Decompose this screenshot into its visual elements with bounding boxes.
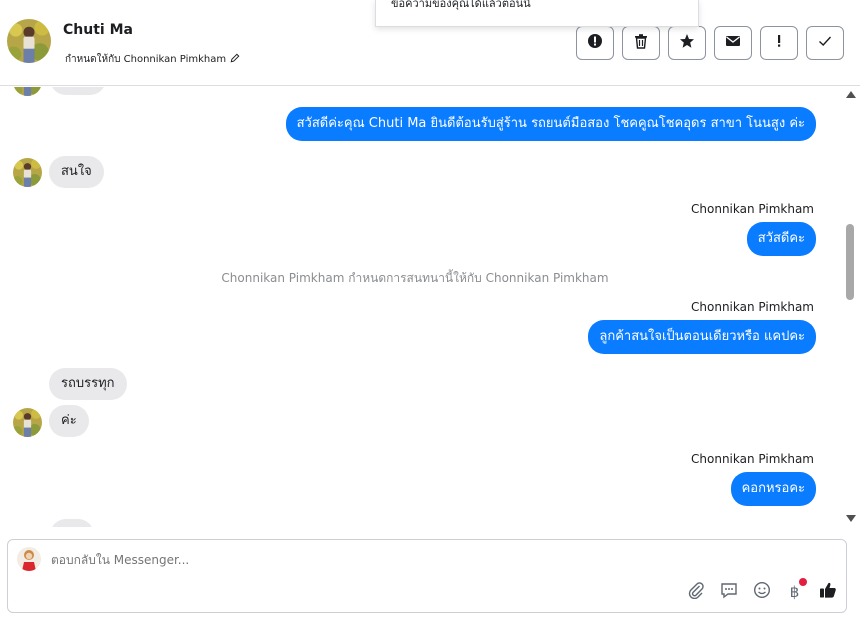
payment-button[interactable]: ฿ xyxy=(785,578,807,601)
paperclip-icon xyxy=(687,581,705,603)
message-bubble-incoming xyxy=(50,519,94,527)
like-button[interactable] xyxy=(818,582,837,601)
system-message: Chonnikan Pimkham กำหนดการสนทนานี้ให้กับ… xyxy=(221,271,609,285)
message-bubble-incoming xyxy=(50,87,106,95)
delete-button[interactable] xyxy=(622,26,660,60)
thumbs-up-icon xyxy=(819,581,837,603)
contact-avatar-small xyxy=(13,408,42,437)
contact-avatar-small xyxy=(13,158,42,187)
star-button[interactable] xyxy=(668,26,706,60)
thread-scrollbar[interactable] xyxy=(843,87,858,527)
message-thread[interactable]: สวัสดีค่ะคุณ Chuti Ma ยินดีต้อนรับสู่ร้า… xyxy=(0,87,843,527)
contact-avatar-small xyxy=(13,87,42,96)
assigned-to-label: กำหนดให้กับ Chonnikan Pimkham xyxy=(65,54,227,65)
notification-toast: ข้อความของคุณได้แล้วตอนนี้ xyxy=(375,0,699,27)
scroll-up-arrow-icon[interactable] xyxy=(846,91,856,98)
message-bubble-outgoing: สวัสดีคะ xyxy=(746,222,816,256)
conversation-actions xyxy=(576,26,844,60)
chat-bubble-icon xyxy=(720,581,738,603)
mark-done-button[interactable] xyxy=(806,26,844,60)
envelope-icon xyxy=(725,33,741,53)
pencil-icon[interactable] xyxy=(230,53,240,66)
page-avatar xyxy=(17,547,41,571)
sender-name: Chonnikan Pimkham xyxy=(691,452,814,466)
smiley-icon xyxy=(753,581,771,603)
baht-icon: ฿ xyxy=(789,582,800,601)
sender-name: Chonnikan Pimkham xyxy=(691,300,814,314)
mark-unread-button[interactable] xyxy=(714,26,752,60)
star-icon xyxy=(679,33,695,53)
spam-button[interactable] xyxy=(576,26,614,60)
message-bubble-incoming: ค่ะ xyxy=(49,405,89,437)
sender-name: Chonnikan Pimkham xyxy=(691,202,814,216)
toast-text: ข้อความของคุณได้แล้วตอนนี้ xyxy=(391,0,531,10)
attach-button[interactable] xyxy=(686,581,705,603)
message-bubble-incoming: สนใจ xyxy=(49,156,104,188)
message-bubble-outgoing: ลูกค้าสนใจเป็นตอนเดียวหรือ แคปคะ xyxy=(588,320,816,354)
exclamation-icon xyxy=(771,33,787,53)
notification-dot xyxy=(799,578,807,586)
composer-toolbar: ฿ xyxy=(686,578,837,603)
contact-avatar[interactable] xyxy=(7,19,51,63)
scroll-down-arrow-icon[interactable] xyxy=(846,515,856,522)
contact-name[interactable]: Chuti Ma xyxy=(63,22,133,38)
reply-composer: ฿ xyxy=(7,539,847,613)
reply-input[interactable] xyxy=(51,553,651,567)
follow-up-button[interactable] xyxy=(760,26,798,60)
scrollbar-thumb[interactable] xyxy=(846,224,854,300)
assignment-row[interactable]: กำหนดให้กับ Chonnikan Pimkham xyxy=(65,52,240,67)
message-bubble-outgoing: สวัสดีค่ะคุณ Chuti Ma ยินดีต้อนรับสู่ร้า… xyxy=(285,107,816,141)
saved-replies-button[interactable] xyxy=(719,582,738,601)
emoji-button[interactable] xyxy=(752,581,771,603)
message-bubble-incoming: รถบรรทุก xyxy=(49,368,127,400)
check-icon xyxy=(817,33,833,53)
message-bubble-outgoing: คอกหรอคะ xyxy=(730,472,816,506)
trash-icon xyxy=(633,33,649,53)
alert-circle-icon xyxy=(587,33,603,53)
